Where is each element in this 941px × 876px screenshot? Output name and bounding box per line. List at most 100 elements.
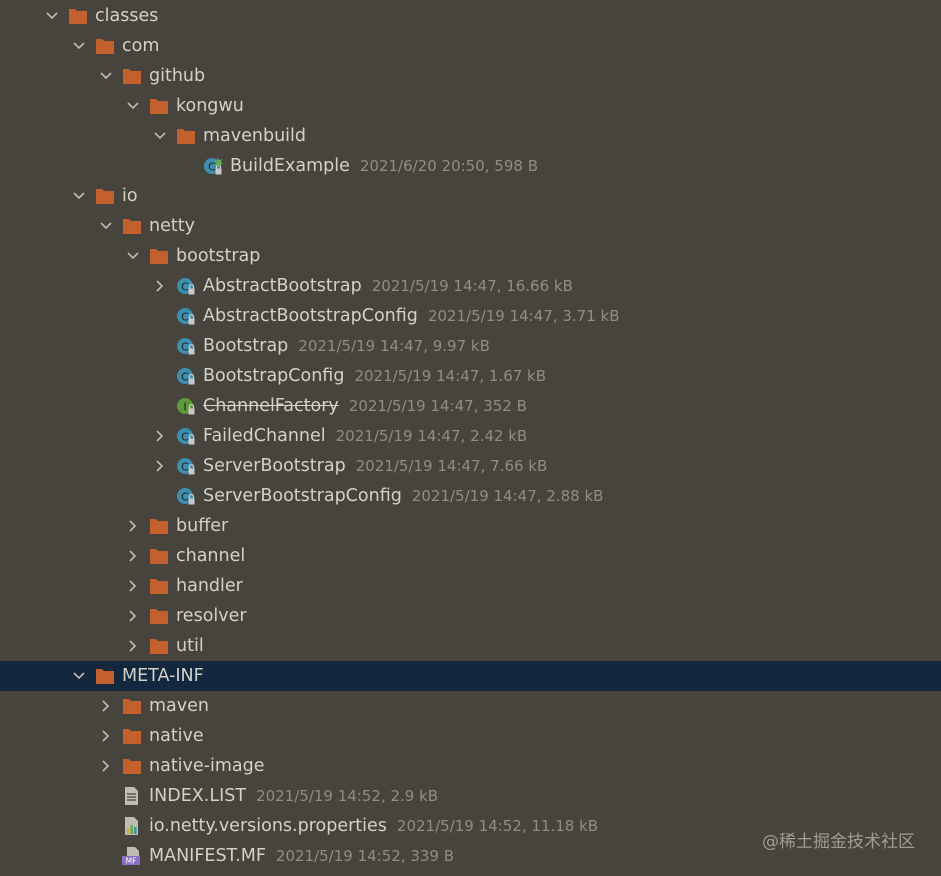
tree-item-label-group: maven [149, 691, 209, 721]
svg-text:C: C [181, 371, 189, 384]
tree-item-label: FailedChannel [203, 426, 326, 446]
folder-icon [176, 127, 196, 145]
chevron-down-icon[interactable] [71, 661, 87, 691]
tree-item-label: native [149, 726, 204, 746]
chevron-right-icon[interactable] [125, 631, 141, 661]
tree-row-kongwu[interactable]: kongwu [0, 91, 941, 121]
tree-row-failedchannel[interactable]: C FailedChannel 2021/5/19 14:47, 2.42 kB [0, 421, 941, 451]
class-icon: C [176, 456, 196, 475]
tree-item-label: github [149, 66, 206, 86]
tree-item-label-group: mavenbuild [203, 121, 306, 151]
tree-row-resolver[interactable]: resolver [0, 601, 941, 631]
tree-row-util[interactable]: util [0, 631, 941, 661]
file-meta-info: 2021/6/20 20:50, 598 B [359, 157, 538, 175]
file-meta-info: 2021/5/19 14:47, 352 B [348, 397, 527, 415]
folder-icon [149, 637, 169, 655]
tree-item-label-group: kongwu [176, 91, 244, 121]
chevron-down-icon[interactable] [98, 61, 114, 91]
class-main-icon: C [203, 156, 223, 175]
abstract-class-icon: C [176, 306, 196, 325]
tree-item-label-group: buffer [176, 511, 228, 541]
tree-row-com[interactable]: com [0, 31, 941, 61]
project-tree: classes com github kongwu mavenbuild C Build… [0, 1, 941, 871]
tree-row-serverbootstrapconfig[interactable]: C ServerBootstrapConfig 2021/5/19 14:47, … [0, 481, 941, 511]
tree-item-label: BuildExample [230, 156, 350, 176]
tree-row-bootstrap[interactable]: bootstrap [0, 241, 941, 271]
chevron-down-icon[interactable] [71, 181, 87, 211]
tree-item-label-group: classes [95, 1, 158, 31]
chevron-right-icon[interactable] [98, 721, 114, 751]
folder-icon [95, 37, 115, 55]
tree-item-label-group: com [122, 31, 159, 61]
tree-item-label: handler [176, 576, 243, 596]
folder-icon [149, 547, 169, 565]
tree-item-label-group: ChannelFactory 2021/5/19 14:47, 352 B [203, 391, 527, 421]
tree-row-abstractbootstrap[interactable]: C AbstractBootstrap 2021/5/19 14:47, 16.6… [0, 271, 941, 301]
tree-row-handler[interactable]: handler [0, 571, 941, 601]
chevron-down-icon[interactable] [125, 241, 141, 271]
svg-text:I: I [183, 401, 186, 414]
tree-row-maven[interactable]: maven [0, 691, 941, 721]
chevron-right-icon[interactable] [98, 691, 114, 721]
tree-item-label: Bootstrap [203, 336, 289, 356]
chevron-right-icon[interactable] [152, 421, 168, 451]
chevron-down-icon[interactable] [98, 211, 114, 241]
folder-icon [149, 607, 169, 625]
tree-item-label: MANIFEST.MF [149, 846, 266, 866]
tree-row-mavenbuild[interactable]: mavenbuild [0, 121, 941, 151]
chevron-down-icon[interactable] [44, 1, 60, 31]
tree-row-io[interactable]: io [0, 181, 941, 211]
tree-row-channel[interactable]: channel [0, 541, 941, 571]
tree-item-label-group: ServerBootstrap 2021/5/19 14:47, 7.66 kB [203, 451, 547, 481]
tree-row-buildexample[interactable]: C BuildExample 2021/6/20 20:50, 598 B [0, 151, 941, 181]
tree-row-native[interactable]: native [0, 721, 941, 751]
tree-row-buffer[interactable]: buffer [0, 511, 941, 541]
tree-item-label-group: bootstrap [176, 241, 260, 271]
chevron-down-icon[interactable] [152, 121, 168, 151]
tree-row-index-list[interactable]: INDEX.LIST 2021/5/19 14:52, 2.9 kB [0, 781, 941, 811]
chevron-right-icon[interactable] [125, 571, 141, 601]
tree-item-label-group: netty [149, 211, 195, 241]
file-meta-info: 2021/5/19 14:52, 2.9 kB [256, 787, 439, 805]
tree-item-label: maven [149, 696, 209, 716]
tree-row-abstractbootstrapconfig[interactable]: C AbstractBootstrapConfig 2021/5/19 14:47… [0, 301, 941, 331]
folder-icon [122, 757, 142, 775]
tree-row-bootstrapconfig[interactable]: C BootstrapConfig 2021/5/19 14:47, 1.67 k… [0, 361, 941, 391]
chevron-right-icon[interactable] [125, 511, 141, 541]
chevron-right-icon[interactable] [125, 541, 141, 571]
abstract-class-icon: C [176, 276, 196, 295]
svg-text:MF: MF [126, 857, 137, 866]
tree-item-label: bootstrap [176, 246, 261, 266]
chevron-right-icon[interactable] [152, 451, 168, 481]
file-meta-info: 2021/5/19 14:52, 339 B [275, 847, 455, 865]
chevron-right-icon[interactable] [125, 601, 141, 631]
tree-row-serverbootstrap[interactable]: C ServerBootstrap 2021/5/19 14:47, 7.66 k… [0, 451, 941, 481]
tree-row-bootstrap[interactable]: C Bootstrap 2021/5/19 14:47, 9.97 kB [0, 331, 941, 361]
tree-item-label-group: META-INF [122, 661, 204, 691]
tree-item-label: io.netty.versions.properties [149, 816, 387, 836]
chevron-down-icon[interactable] [71, 31, 87, 61]
svg-text:C: C [181, 491, 189, 504]
tree-row-channelfactory[interactable]: I ChannelFactory 2021/5/19 14:47, 352 B [0, 391, 941, 421]
chevron-down-icon[interactable] [125, 91, 141, 121]
tree-row-meta-inf[interactable]: META-INF [0, 661, 941, 691]
chevron-right-icon[interactable] [98, 751, 114, 781]
folder-icon [122, 67, 142, 85]
folder-icon [95, 667, 115, 685]
tree-item-label: util [176, 636, 204, 656]
tree-item-label-group: github [149, 61, 205, 91]
tree-row-classes[interactable]: classes [0, 1, 941, 31]
tree-item-label-group: FailedChannel 2021/5/19 14:47, 2.42 kB [203, 421, 527, 451]
svg-text:C: C [181, 281, 189, 294]
chevron-right-icon[interactable] [152, 271, 168, 301]
tree-item-label-group: Bootstrap 2021/5/19 14:47, 9.97 kB [203, 331, 490, 361]
tree-item-label-group: BuildExample 2021/6/20 20:50, 598 B [230, 151, 538, 181]
folder-icon [122, 727, 142, 745]
tree-row-github[interactable]: github [0, 61, 941, 91]
tree-item-label-group: ServerBootstrapConfig 2021/5/19 14:47, 2.… [203, 481, 603, 511]
tree-row-netty[interactable]: netty [0, 211, 941, 241]
tree-item-label: channel [176, 546, 246, 566]
tree-row-native-image[interactable]: native-image [0, 751, 941, 781]
tree-item-label: AbstractBootstrapConfig [203, 306, 418, 326]
tree-item-label-group: INDEX.LIST 2021/5/19 14:52, 2.9 kB [149, 781, 438, 811]
